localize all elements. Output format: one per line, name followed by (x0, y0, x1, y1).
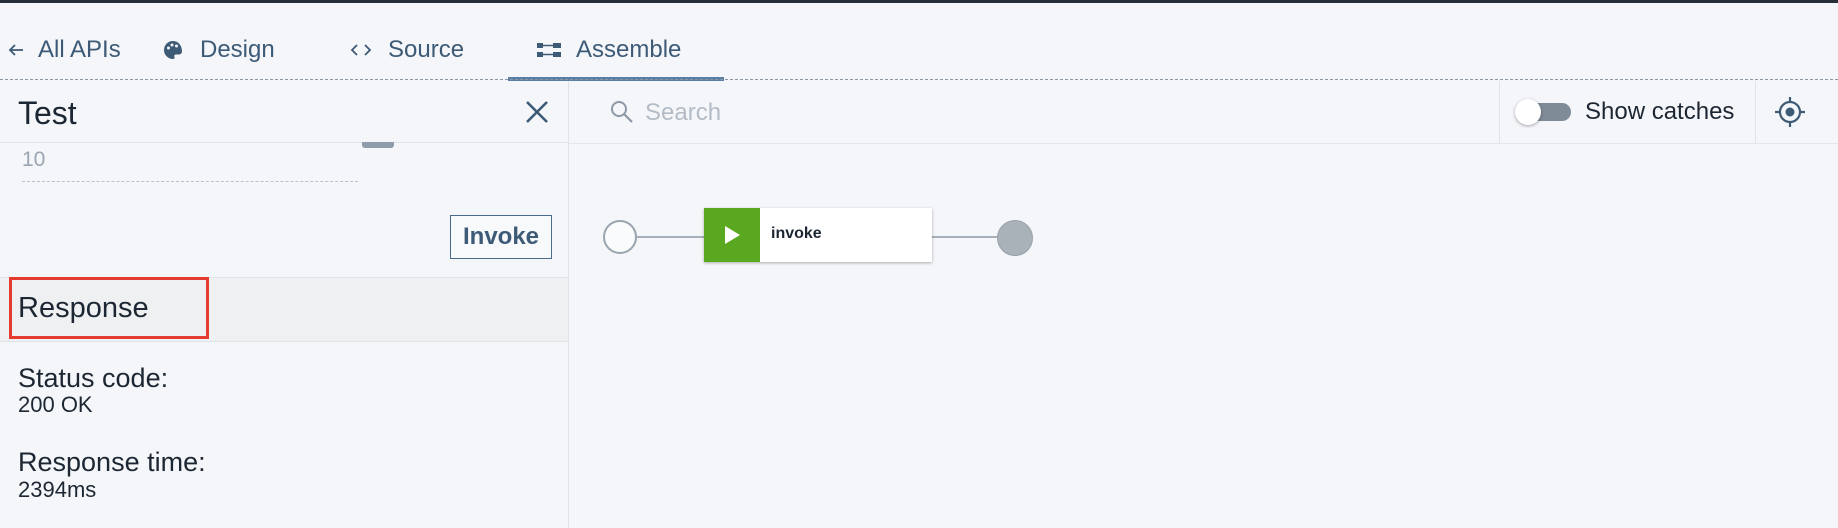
search-icon (611, 101, 633, 123)
invoke-button[interactable]: Invoke (450, 215, 552, 259)
arrow-left-icon (8, 42, 24, 58)
response-time-value: 2394ms (18, 477, 97, 502)
tab-design[interactable]: Design (160, 30, 275, 70)
tab-assemble[interactable]: Assemble (536, 30, 681, 70)
code-icon (348, 42, 374, 58)
flow-end-node[interactable] (997, 220, 1033, 256)
test-panel-title: Test (18, 95, 77, 131)
show-catches-label: Show catches (1585, 98, 1735, 125)
locate-icon[interactable] (1773, 95, 1807, 129)
toolbar-divider (1755, 81, 1756, 143)
flow-start-node[interactable] (603, 220, 637, 254)
previous-field-value[interactable]: 10 (22, 148, 45, 172)
palette-icon (160, 39, 186, 61)
tab-source-label: Source (388, 36, 465, 63)
tab-design-label: Design (200, 36, 275, 63)
top-nav: All APIs Design Source Assemble (0, 3, 1838, 81)
field-underline (22, 181, 358, 182)
response-highlight-box (9, 277, 209, 339)
toolbar-divider (1499, 81, 1500, 143)
toggle-knob (1515, 99, 1541, 125)
test-panel-header: Test (0, 81, 568, 143)
tab-assemble-label: Assemble (576, 36, 682, 63)
status-code-value: 200 OK (18, 392, 93, 417)
all-apis-label: All APIs (38, 36, 121, 63)
show-catches-toggle[interactable] (1515, 99, 1573, 125)
invoke-policy-node[interactable]: invoke (704, 208, 932, 262)
policy-badge (704, 208, 760, 262)
close-button[interactable] (522, 97, 552, 127)
all-apis-link[interactable]: All APIs (8, 30, 121, 70)
flow-connector (932, 236, 998, 238)
status-code-label: Status code: (18, 363, 169, 393)
field-scroll-handle[interactable] (362, 142, 394, 148)
response-time-label: Response time: (18, 447, 206, 477)
close-icon (526, 101, 548, 123)
search-input[interactable] (643, 93, 1247, 133)
policy-label: invoke (771, 225, 822, 242)
test-panel: Test 10 Invoke Response Status code: 200… (0, 81, 569, 528)
tab-source[interactable]: Source (348, 30, 464, 70)
flow-icon (536, 41, 562, 59)
play-icon (725, 226, 740, 244)
nav-divider (0, 79, 1838, 80)
canvas-toolbar: Show catches (569, 81, 1838, 144)
flow-connector (637, 236, 704, 238)
